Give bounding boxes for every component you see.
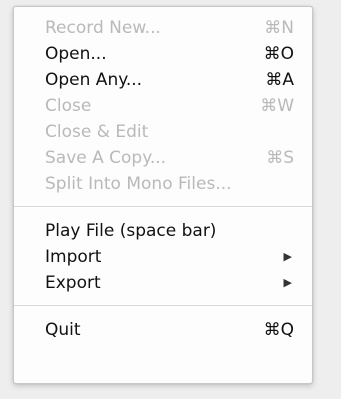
menu-item-save-a-copy: Save A Copy... ⌘S — [14, 145, 312, 171]
menu-item-record-new: Record New... ⌘N — [14, 15, 312, 41]
triangle-right-icon: ▶ — [283, 276, 292, 289]
menu-item-shortcut: ⌘S — [266, 148, 294, 168]
menu-item-close-and-edit: Close & Edit — [14, 119, 312, 145]
menu-item-shortcut: ⌘W — [260, 96, 294, 116]
menu-item-quit[interactable]: Quit ⌘Q — [14, 317, 312, 343]
triangle-right-icon: ▶ — [283, 250, 292, 263]
menu-item-label: Save A Copy... — [45, 148, 167, 168]
menu-item-label: Close — [45, 96, 92, 116]
menu-item-label: Import — [45, 247, 102, 267]
menu-item-label: Close & Edit — [45, 122, 149, 142]
menu-item-shortcut: ⌘N — [264, 18, 294, 38]
menu-item-shortcut: ⌘O — [263, 44, 294, 64]
file-menu: Record New... ⌘N Open... ⌘O Open Any... … — [13, 6, 313, 384]
menu-item-close: Close ⌘W — [14, 93, 312, 119]
menu-item-label: Open Any... — [45, 70, 143, 90]
menu-item-open[interactable]: Open... ⌘O — [14, 41, 312, 67]
menu-item-export[interactable]: Export ▶ — [14, 270, 312, 296]
menu-item-play-file[interactable]: Play File (space bar) — [14, 218, 312, 244]
menu-item-label: Split Into Mono Files... — [45, 174, 232, 194]
menu-item-label: Play File (space bar) — [45, 221, 217, 241]
menu-item-import[interactable]: Import ▶ — [14, 244, 312, 270]
menu-item-label: Quit — [45, 320, 81, 340]
menu-separator — [14, 206, 312, 207]
menu-item-label: Record New... — [45, 18, 161, 38]
menu-item-open-any[interactable]: Open Any... ⌘A — [14, 67, 312, 93]
menu-separator — [14, 305, 312, 306]
menu-item-label: Export — [45, 273, 101, 293]
menu-item-shortcut: ⌘Q — [263, 320, 294, 340]
menu-item-label: Open... — [45, 44, 107, 64]
menu-item-split-into-mono-files: Split Into Mono Files... — [14, 171, 312, 197]
menu-item-shortcut: ⌘A — [265, 70, 294, 90]
